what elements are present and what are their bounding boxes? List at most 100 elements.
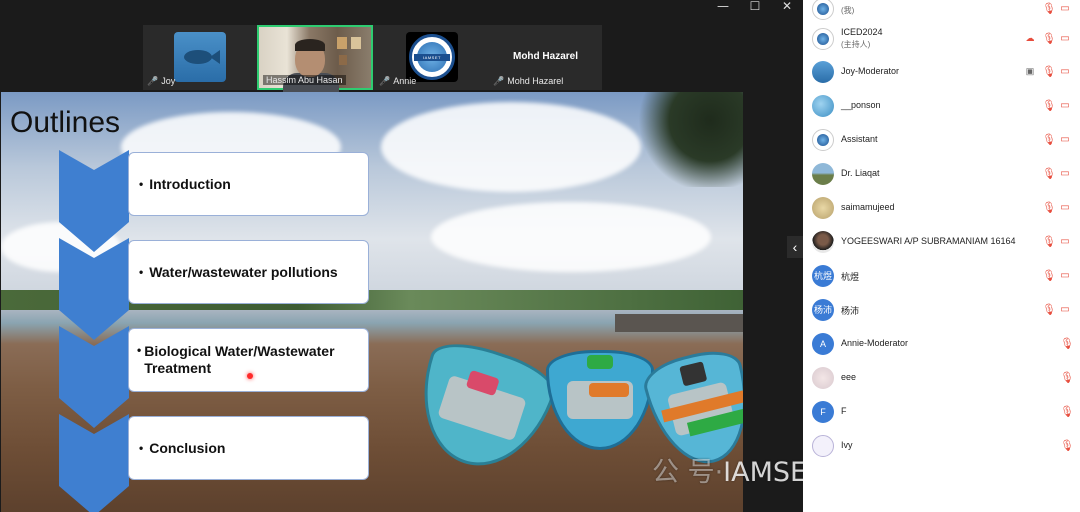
participant-name: Assistant [841, 134, 878, 144]
participant-row[interactable]: YOGEESWARI A/P SUBRAMANIAM 16164 🎙 ▭ [803, 225, 1080, 259]
mic-muted-icon[interactable]: 🎙 [1042, 2, 1056, 16]
participant-name: 杭煜 [841, 272, 860, 282]
video-off-icon[interactable]: ▭ [1058, 3, 1072, 14]
video-tile-hassim-active-speaker[interactable]: Hassim Abu Hasan [257, 25, 373, 92]
video-off-icon[interactable]: ▭ [1058, 168, 1072, 179]
participant-row[interactable]: Dr. Liaqat 🎙 ▭ [803, 157, 1080, 191]
video-off-icon[interactable]: ▭ [1058, 66, 1072, 77]
participant-row[interactable]: 杭煜 杭煜 🎙 ▭ [803, 259, 1080, 293]
mic-muted-icon[interactable]: 🎙 [1042, 133, 1056, 147]
logo-text: IAMSET [414, 54, 450, 61]
watermark-prefix: 公 号· [652, 457, 724, 488]
participant-name: __ponson [841, 100, 881, 110]
participant-name: saimamujeed [841, 202, 895, 212]
mic-muted-icon[interactable]: 🎙 [1042, 235, 1056, 249]
mic-muted-icon[interactable]: 🎙 [1060, 439, 1074, 453]
iamset-logo: IAMSET [406, 32, 458, 82]
participant-row[interactable]: eee 🎙 [803, 361, 1080, 395]
avatar [812, 0, 834, 20]
video-tile-annie[interactable]: IAMSET 🎤 Annie [375, 25, 487, 90]
avatar [812, 163, 834, 185]
avatar [812, 28, 834, 50]
avatar [812, 61, 834, 83]
video-tile-mohd[interactable]: Mohd Hazarel 🎤 Mohd Hazarel [489, 25, 602, 90]
avatar: F [812, 401, 834, 423]
participants-panel: (我) 🎙 ▭ ICED2024 (主持人) ☁ 🎙 ▭ Joy-Moderator ▣ 🎙 ▭ __p… [803, 0, 1080, 512]
outline-text: Conclusion [149, 439, 226, 456]
outline-text: Water/wastewater pollutions [149, 263, 338, 280]
avatar: A [812, 333, 834, 355]
tile-caption: 🎤 Annie [379, 76, 416, 87]
mic-muted-icon[interactable]: 🎙 [1042, 32, 1056, 46]
participant-role: (主持人) [841, 40, 871, 49]
video-gallery-strip: 🎤 Joy Hassim Abu Hasan IAMSET 🎤 Annie Mo… [143, 25, 602, 92]
close-button[interactable]: ✕ [771, 0, 803, 14]
participant-row[interactable]: ICED2024 (主持人) ☁ 🎙 ▭ [803, 22, 1080, 56]
outline-text: Introduction [149, 175, 231, 192]
mic-muted-icon[interactable]: 🎙 [1060, 371, 1074, 385]
dock [615, 314, 743, 332]
participant-name: Dr. Liaqat [841, 168, 880, 178]
tile-name: Joy [161, 76, 176, 86]
tile-name: Hassim Abu Hasan [266, 75, 343, 85]
wall-frame [337, 37, 347, 49]
mic-muted-icon[interactable]: 🎙 [1042, 65, 1056, 79]
participant-row[interactable]: Ivy 🎙 [803, 429, 1080, 463]
avatar [812, 367, 834, 389]
tile-name: Mohd Hazarel [507, 76, 564, 86]
video-off-icon[interactable]: ▭ [1058, 100, 1072, 111]
shared-slide: Outlines • Introduction • Water/wastewater… [1, 92, 743, 512]
mic-muted-icon: 🎤 [147, 76, 159, 86]
boat [402, 332, 562, 484]
meeting-area: — ☐ ✕ 🎤 Joy Hassim Abu Hasan IAMSET 🎤 An… [0, 0, 932, 512]
maximize-button[interactable]: ☐ [739, 0, 771, 14]
participant-row[interactable]: A Annie-Moderator 🎙 [803, 327, 1080, 361]
avatar [812, 435, 834, 457]
participant-row[interactable]: __ponson 🎙 ▭ [803, 89, 1080, 123]
video-off-icon[interactable]: ▭ [1058, 134, 1072, 145]
participant-name: F [841, 406, 847, 416]
mic-muted-icon[interactable]: 🎙 [1042, 201, 1056, 215]
tile-caption: 🎤 Joy [147, 76, 175, 87]
wall-frame [339, 55, 347, 65]
cloud [381, 102, 641, 192]
mic-muted-icon[interactable]: 🎙 [1042, 269, 1056, 283]
minimize-button[interactable]: — [707, 0, 739, 14]
video-off-icon[interactable]: ▭ [1058, 236, 1072, 247]
participant-role: (我) [841, 6, 855, 15]
participant-name: 杨沛 [841, 306, 860, 316]
mic-muted-icon[interactable]: 🎙 [1042, 303, 1056, 317]
mic-muted-icon: 🎤 [493, 76, 505, 86]
participant-row[interactable]: Assistant 🎙 ▭ [803, 123, 1080, 157]
avatar: 杨沛 [812, 299, 834, 321]
participant-name: Ivy [841, 440, 853, 450]
tree-branches [633, 92, 743, 187]
video-off-icon[interactable]: ▭ [1058, 33, 1072, 44]
video-off-icon[interactable]: ▭ [1058, 304, 1072, 315]
tile-name: Annie [393, 76, 417, 86]
mic-muted-icon[interactable]: 🎙 [1042, 99, 1056, 113]
video-off-icon[interactable]: ▭ [1058, 270, 1072, 281]
participant-name: Joy-Moderator [841, 66, 900, 76]
video-off-icon[interactable]: ▭ [1058, 202, 1072, 213]
wall-frame [351, 37, 361, 49]
outline-item: • Water/wastewater pollutions [128, 240, 369, 304]
participant-row[interactable]: F F 🎙 [803, 395, 1080, 429]
mic-muted-icon[interactable]: 🎙 [1060, 405, 1074, 419]
participant-name: Annie-Moderator [841, 338, 909, 348]
participant-row[interactable]: 杨沛 杨沛 🎙 ▭ [803, 293, 1080, 327]
slide-title: Outlines [10, 106, 121, 139]
tile-display-name: Mohd Hazarel [512, 51, 578, 62]
participant-name: eee [841, 372, 857, 382]
avatar [812, 129, 834, 151]
outline-item: • Introduction [128, 152, 369, 216]
collapse-panel-button[interactable]: ‹ [787, 236, 803, 258]
avatar [812, 231, 834, 253]
mic-muted-icon[interactable]: 🎙 [1042, 167, 1056, 181]
participant-row[interactable]: saimamujeed 🎙 ▭ [803, 191, 1080, 225]
video-tile-joy[interactable]: 🎤 Joy [143, 25, 255, 90]
participant-row[interactable]: Joy-Moderator ▣ 🎙 ▭ [803, 55, 1080, 89]
chevron-down-icon [59, 414, 129, 512]
outline-item: • Conclusion [128, 416, 369, 480]
mic-muted-icon[interactable]: 🎙 [1060, 337, 1074, 351]
